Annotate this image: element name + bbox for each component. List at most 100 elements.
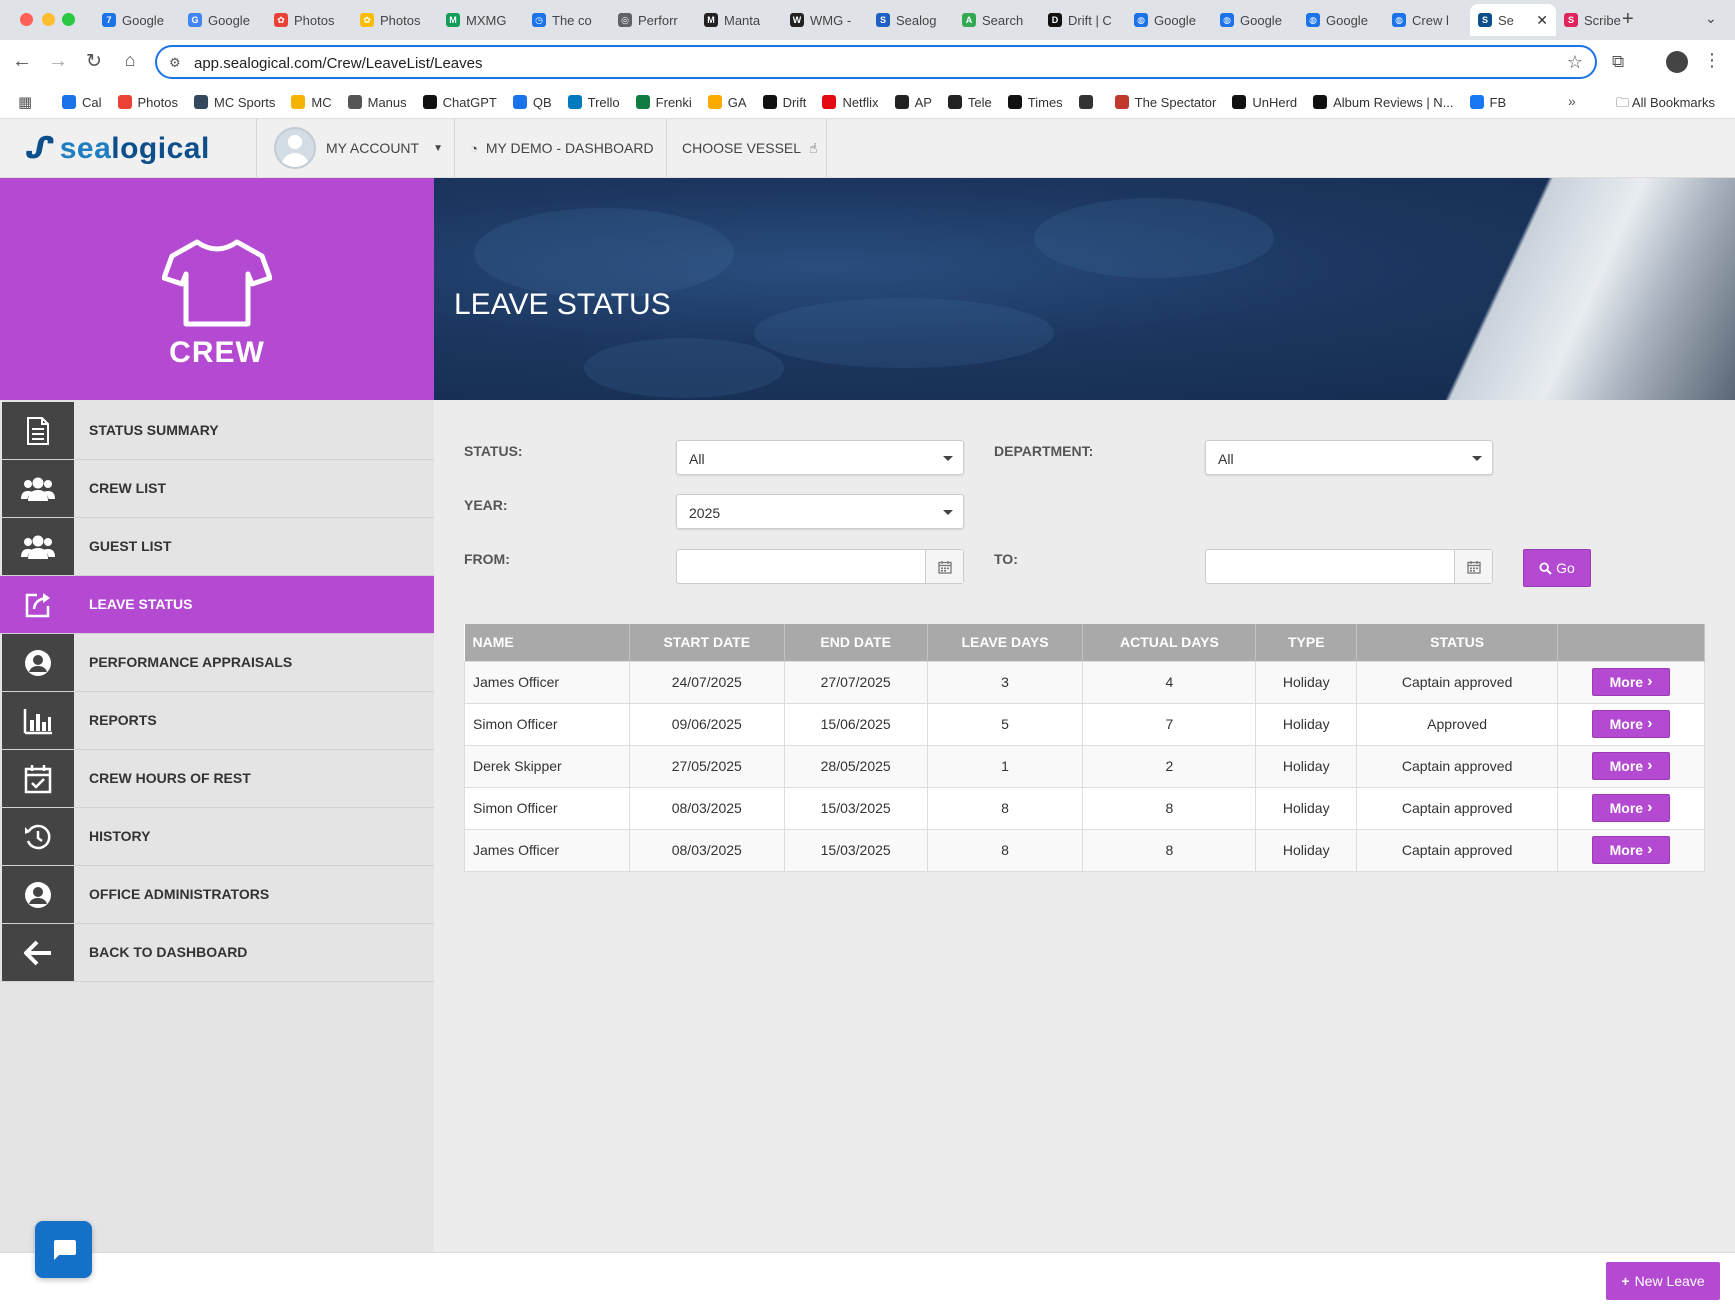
bookmark-favicon-icon [347,95,362,109]
calendar-icon[interactable] [925,550,963,583]
choose-vessel-link[interactable]: CHOOSE VESSEL ☝ [682,119,818,177]
profile-avatar[interactable] [1666,51,1688,73]
browser-tab[interactable]: ◍ Google [1298,4,1384,36]
bookmark-item[interactable]: QB [512,95,552,110]
browser-tab[interactable]: W WMG - [782,4,868,36]
back-arrow-icon[interactable]: ← [10,50,34,73]
table-row[interactable]: Simon Officer 09/06/2025 15/06/2025 5 7 Holid… [464,702,1705,746]
status-select[interactable]: All [676,440,964,475]
browser-tab-active[interactable]: S Se ✕ [1470,4,1556,36]
bookmark-item[interactable]: Drift [762,95,806,110]
bookmark-item[interactable]: UnHerd [1232,95,1297,110]
bookmark-item[interactable]: Photos [117,95,178,110]
bookmark-item[interactable]: MC [291,95,332,110]
sidebar-item-leave-status[interactable]: LEAVE STATUS [0,576,434,634]
bookmark-item[interactable]: Tele [947,95,992,110]
sidebar-item-status-summary[interactable]: STATUS SUMMARY [0,402,434,460]
bookmark-item[interactable]: ChatGPT [422,95,497,110]
column-header-name[interactable]: NAME [464,624,630,661]
column-header-start-date[interactable]: START DATE [629,624,785,661]
to-date-field[interactable] [1205,549,1493,584]
column-header-actual-days[interactable]: ACTUAL DAYS [1082,624,1257,661]
apps-grid-icon[interactable]: ▦ [18,93,32,111]
column-header-leave-days[interactable]: LEAVE DAYS [927,624,1084,661]
column-header-status[interactable]: STATUS [1356,624,1559,661]
table-row[interactable]: James Officer 24/07/2025 27/07/2025 3 4 Holid… [464,660,1705,704]
bookmark-item[interactable]: Trello [567,95,620,110]
bookmark-item[interactable]: Times [1007,95,1063,110]
bookmark-star-icon[interactable]: ☆ [1567,52,1583,73]
browser-tab[interactable]: M Manta [696,4,782,36]
bookmark-item[interactable]: Netflix [822,95,879,110]
column-header-type[interactable]: TYPE [1255,624,1358,661]
from-date-input[interactable] [677,550,927,583]
sidebar-item-crew-list[interactable]: CREW LIST [0,460,434,518]
new-tab-button[interactable]: + [1622,8,1634,31]
sealogical-logo[interactable]: ᔑ sealogical [26,131,210,166]
bookmark-item[interactable] [1078,95,1099,109]
table-row[interactable]: Derek Skipper 27/05/2025 28/05/2025 1 2 Holid… [464,744,1705,788]
bookmark-item[interactable]: MC Sports [194,95,275,110]
browser-tab[interactable]: ◷ The co [524,4,610,36]
bookmark-item[interactable]: Frenki [635,95,692,110]
browser-tab[interactable]: ✿ Photos [352,4,438,36]
home-icon[interactable]: ⌂ [118,50,142,71]
my-account-menu[interactable]: MY ACCOUNT ▼ [274,119,443,177]
close-tab-icon[interactable]: ✕ [1536,12,1548,29]
chat-widget-button[interactable] [35,1221,92,1278]
calendar-icon[interactable] [1454,550,1492,583]
table-row[interactable]: James Officer 08/03/2025 15/03/2025 8 8 Holid… [464,828,1705,872]
department-select[interactable]: All [1205,440,1493,475]
window-minimize-button[interactable] [42,13,55,26]
sidebar-item-back-to-dashboard[interactable]: BACK TO DASHBOARD [0,924,434,982]
browser-menu-icon[interactable]: ⋮ [1703,50,1721,71]
sidebar-item-office-administrators[interactable]: OFFICE ADMINISTRATORS [0,866,434,924]
more-button[interactable]: More › [1592,752,1671,780]
sidebar-item-reports[interactable]: REPORTS [0,692,434,750]
browser-tab[interactable]: D Drift | C [1040,4,1126,36]
browser-tab[interactable]: G Google [180,4,266,36]
bookmark-item[interactable]: GA [707,95,747,110]
browser-tab[interactable]: ✿ Photos [266,4,352,36]
sidebar-item-history[interactable]: HISTORY [0,808,434,866]
browser-tab[interactable]: A Search [954,4,1040,36]
bookmark-item[interactable]: The Spectator [1114,95,1216,110]
browser-tab[interactable]: ◍ Crew l [1384,4,1470,36]
browser-tab[interactable]: ◍ Google [1126,4,1212,36]
more-button[interactable]: More › [1592,710,1671,738]
bookmarks-overflow-icon[interactable]: » [1568,93,1576,109]
sidebar-item-crew-hours-of-rest[interactable]: CREW HOURS OF REST [0,750,434,808]
tab-search-icon[interactable]: ⌄ [1705,10,1717,27]
table-row[interactable]: Simon Officer 08/03/2025 15/03/2025 8 8 Holid… [464,786,1705,830]
forward-arrow-icon[interactable]: → [46,50,70,73]
browser-tab[interactable]: M MXMG [438,4,524,36]
browser-tab[interactable]: 7 Google [94,4,180,36]
demo-dashboard-link[interactable]: ◔ MY DEMO - DASHBOARD [470,119,654,177]
window-close-button[interactable] [20,13,33,26]
new-leave-button[interactable]: + New Leave [1606,1262,1720,1300]
bookmark-item[interactable]: AP [894,95,932,110]
more-button[interactable]: More › [1592,668,1671,696]
more-button[interactable]: More › [1592,794,1671,822]
more-button[interactable]: More › [1592,836,1671,864]
bookmark-item[interactable]: Cal [62,95,102,110]
bookmark-item[interactable]: Album Reviews | N... [1313,95,1454,110]
from-date-field[interactable] [676,549,964,584]
sidebar-item-performance-appraisals[interactable]: PERFORMANCE APPRAISALS [0,634,434,692]
go-button[interactable]: Go [1523,549,1591,587]
bookmark-item[interactable]: FB [1469,95,1506,110]
bookmark-item[interactable]: Manus [347,95,407,110]
site-info-icon[interactable]: ⚙ [169,55,181,71]
sidebar-item-guest-list[interactable]: GUEST LIST [0,518,434,576]
window-maximize-button[interactable] [62,13,75,26]
all-bookmarks-button[interactable]: 🗀 All Bookmarks [1616,94,1715,116]
browser-tab[interactable]: ◎ Perforr [610,4,696,36]
year-select[interactable]: 2025 [676,494,964,529]
column-header-end-date[interactable]: END DATE [784,624,928,661]
address-bar[interactable]: ⚙ app.sealogical.com/Crew/LeaveList/Leav… [155,45,1597,79]
to-date-input[interactable] [1206,550,1456,583]
reload-icon[interactable]: ↻ [82,50,106,73]
browser-tab[interactable]: S Sealog [868,4,954,36]
extensions-icon[interactable]: ⧉ [1612,52,1624,72]
browser-tab[interactable]: ◍ Google [1212,4,1298,36]
